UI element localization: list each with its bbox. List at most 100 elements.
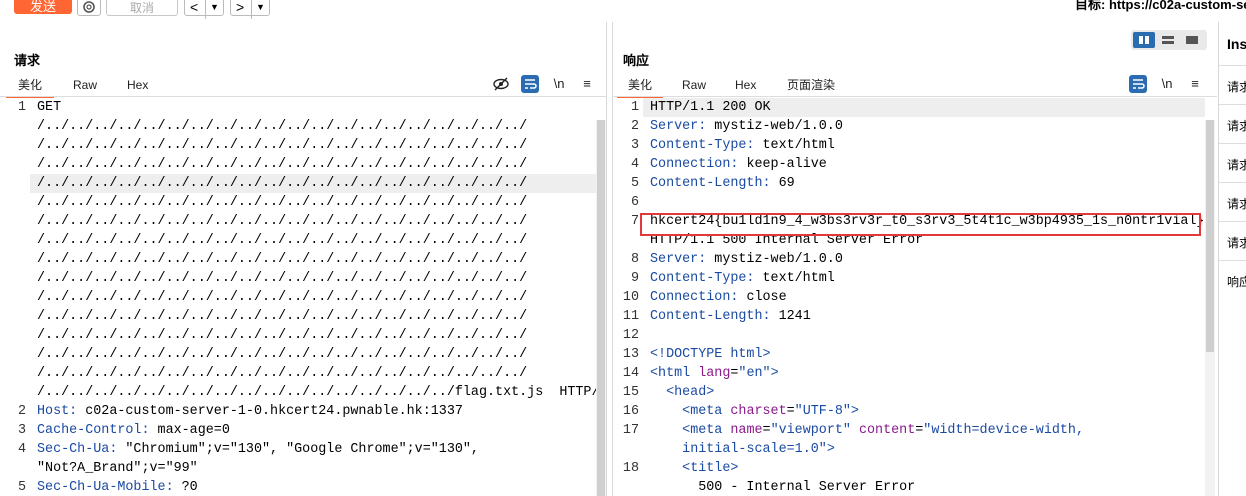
wrap-icon[interactable] [521,75,539,93]
code-line[interactable]: /../../../../../../../../../../../../../… [0,193,606,212]
back-button[interactable]: < ▼ [184,0,224,19]
code-line[interactable]: /../../../../../../../../../../../../../… [0,174,606,193]
code-line[interactable]: 3 Cache-Control: max-age=0 [0,421,606,440]
line-number: 5 [17,480,26,495]
code-line[interactable]: 5 Sec-Ch-Ua-Mobile: ?0 [0,478,606,496]
code-line[interactable]: 8 Server: mystiz-web/1.0.0 [613,250,1217,269]
line-number: 2 [630,119,639,134]
divider [1219,182,1246,183]
target-label[interactable]: 目标: https://c02a-custom-se [1075,0,1246,13]
code-line[interactable]: /../../../../../../../../../../../../../… [0,155,606,174]
code-line[interactable]: 1 GET [0,98,606,117]
code-line[interactable]: 4 Connection: keep-alive [613,155,1217,174]
code-line[interactable]: 3 Content-Type: text/html [613,136,1217,155]
code-line[interactable]: /../../../../../../../../../../../../../… [0,364,606,383]
code-line[interactable]: /../../../../../../../../../../../../../… [0,345,606,364]
code-line[interactable]: /../../../../../../../../../../../../../… [0,307,606,326]
code-line[interactable]: 18 <title> [613,459,1217,478]
code-line[interactable]: 2 Host: c02a-custom-server-1-0.hkcert24.p… [0,402,606,421]
code-text: "Not?A_Brand";v="99" [37,459,198,478]
request-editor[interactable]: 1 GET /../../../../../../../../../../../..… [0,98,606,496]
code-line[interactable]: /../../../../../../../../../../../../../… [0,288,606,307]
code-line[interactable]: 10 Connection: close [613,288,1217,307]
layout-toggle[interactable] [1131,30,1207,50]
code-line[interactable]: 11 Content-Length: 1241 [613,307,1217,326]
tab-render[interactable]: 页面渲染 [787,74,835,96]
tab-raw[interactable]: Raw [73,74,97,96]
code-line[interactable]: "Not?A_Brand";v="99" [0,459,606,478]
code-text: GET [37,98,61,117]
code-token: ?0 [173,480,198,495]
code-line[interactable]: 16 <meta charset="UTF-8"> [613,402,1217,421]
code-line[interactable]: /../../../../../../../../../../../../../… [0,212,606,231]
code-token: mystiz-web/1.0.0 [706,252,843,267]
code-line[interactable]: /../../../../../../../../../../../../../… [0,231,606,250]
code-token: Sec-Ch-Ua-Mobile: [37,480,174,495]
response-scrollbar[interactable] [1205,120,1215,496]
tab-hex[interactable]: Hex [735,74,756,96]
menu-icon[interactable]: ≡ [1186,75,1204,93]
code-line[interactable]: 9 Content-Type: text/html [613,269,1217,288]
code-text: Sec-Ch-Ua: "Chromium";v="130", "Google C… [37,440,479,459]
chevron-down-icon[interactable]: ▼ [205,0,219,19]
newline-icon[interactable]: \n [550,75,568,93]
forward-button[interactable]: > ▼ [230,0,270,19]
inspector-row[interactable]: 请求 [1227,234,1246,251]
code-text: /../../../../../../../../../../../../../… [37,269,527,288]
inspector-row[interactable]: 响应 [1227,273,1246,290]
code-line[interactable]: 15 <head> [613,383,1217,402]
tab-pretty[interactable]: 美化 [617,74,663,98]
code-line[interactable]: /../../../../../../../../../../../../../… [0,326,606,345]
code-line[interactable]: 14 <html lang="en"> [613,364,1217,383]
code-line[interactable]: 1 HTTP/1.1 200 OK [613,98,1217,117]
code-line[interactable]: 13 <!DOCTYPE html> [613,345,1217,364]
code-line[interactable]: initial-scale=1.0"> [613,440,1217,459]
code-line[interactable]: 500 - Internal Server Error [613,478,1217,496]
menu-icon[interactable]: ≡ [578,75,596,93]
code-line[interactable]: 4 Sec-Ch-Ua: "Chromium";v="130", "Google … [0,440,606,459]
cancel-button[interactable]: 取消 [106,0,178,16]
tab-hex[interactable]: Hex [127,74,148,96]
code-token: keep-alive [738,157,827,172]
inspector-row[interactable]: 请求 [1227,195,1246,212]
code-line[interactable]: /../../../../../../../../../../../../../… [0,383,606,402]
code-text: /../../../../../../../../../../../../../… [37,288,527,307]
layout-tabs-icon[interactable] [1181,32,1203,48]
code-token: close [738,290,787,305]
eye-off-icon[interactable] [492,75,510,93]
code-line[interactable]: 5 Content-Length: 69 [613,174,1217,193]
tab-raw[interactable]: Raw [682,74,706,96]
line-number: 5 [630,176,639,191]
wrap-icon[interactable] [1129,75,1147,93]
settings-button[interactable] [77,0,101,16]
code-line[interactable]: 6 [613,193,1217,212]
layout-rows-icon[interactable] [1157,32,1179,48]
send-button[interactable]: 发送 [14,0,72,14]
code-line[interactable]: 2 Server: mystiz-web/1.0.0 [613,117,1217,136]
newline-icon[interactable]: \n [1158,75,1176,93]
chevron-down-icon[interactable]: ▼ [251,0,265,19]
code-line[interactable]: 12 [613,326,1217,345]
layout-columns-icon[interactable] [1133,32,1155,48]
inspector-row[interactable]: 请求 [1227,117,1246,134]
code-token: = [762,423,771,438]
code-token: Connection: [650,290,739,305]
scroll-thumb[interactable] [1206,120,1214,352]
code-line[interactable]: /../../../../../../../../../../../../../… [0,136,606,155]
code-line[interactable]: /../../../../../../../../../../../../../… [0,250,606,269]
code-line[interactable]: /../../../../../../../../../../../../../… [0,117,606,136]
code-line[interactable]: /../../../../../../../../../../../../../… [0,269,606,288]
response-editor[interactable]: 1 HTTP/1.1 200 OK 2 Server: mystiz-web/1.0.… [613,98,1217,496]
request-scrollbar[interactable] [596,120,606,496]
inspector-row[interactable]: 请求 [1227,78,1246,95]
code-token: Content-Length: [650,309,771,324]
divider [1219,104,1246,105]
code-line[interactable]: 17 <meta name="viewport" content="width=… [613,421,1217,440]
tab-pretty[interactable]: 美化 [6,74,54,98]
scroll-thumb[interactable] [597,120,605,496]
inspector-row[interactable]: 请求 [1227,156,1246,173]
code-token: "Chromium";v="130", "Google Chrome";v="1… [117,442,479,457]
flag-highlight-box [640,213,1201,236]
